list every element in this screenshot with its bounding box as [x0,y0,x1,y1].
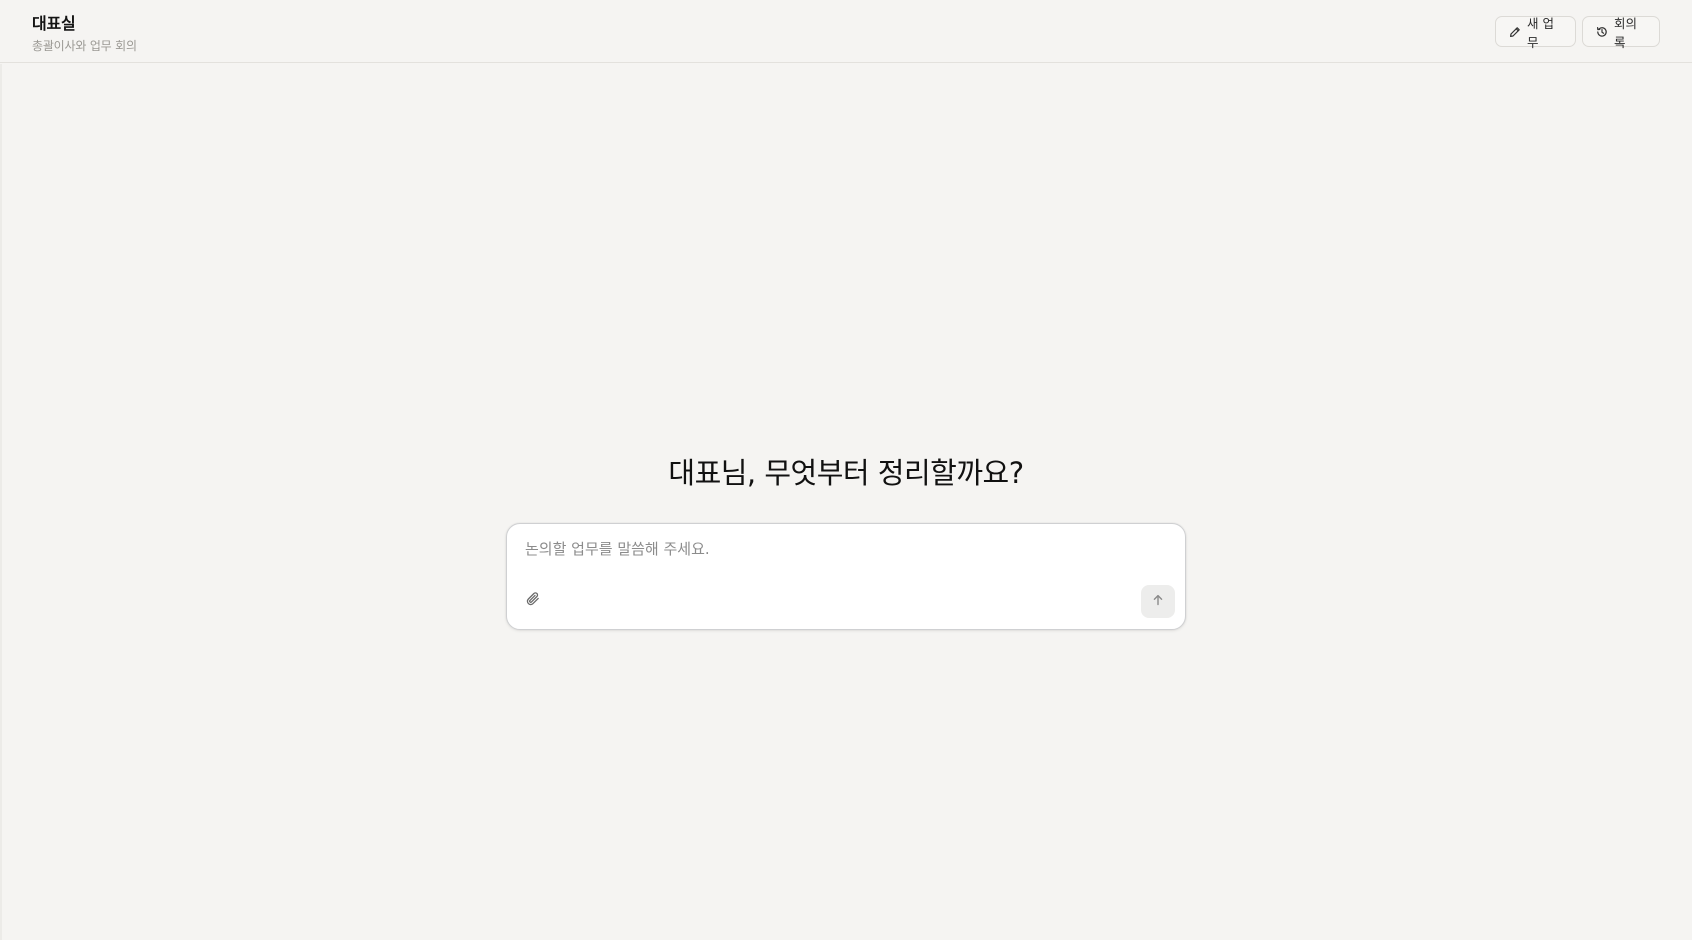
arrow-up-icon [1151,592,1165,611]
message-input[interactable] [525,536,1165,562]
meeting-log-label: 회의록 [1614,15,1638,50]
welcome-heading: 대표님, 무엇부터 정리할까요? [668,456,1024,490]
paperclip-icon [525,591,541,611]
history-icon [1596,26,1608,38]
message-composer [506,523,1186,630]
send-button[interactable] [1141,585,1175,618]
pencil-icon [1509,26,1521,38]
page-title: 대표실 [32,14,76,33]
new-task-button[interactable]: 새 업무 [1495,16,1576,50]
attach-button[interactable] [523,591,543,611]
page-subtitle: 총괄이사와 업무 회의 [32,39,137,53]
app-window: 대표실 총괄이사와 업무 회의 새 업무 회의록 대표님, 무엇부터 정리할까요… [0,0,1692,940]
left-edge-divider [0,64,2,940]
meeting-log-button[interactable]: 회의록 [1582,16,1660,50]
top-header: 대표실 총괄이사와 업무 회의 새 업무 회의록 [0,0,1692,63]
new-task-label: 새 업무 [1527,15,1554,50]
